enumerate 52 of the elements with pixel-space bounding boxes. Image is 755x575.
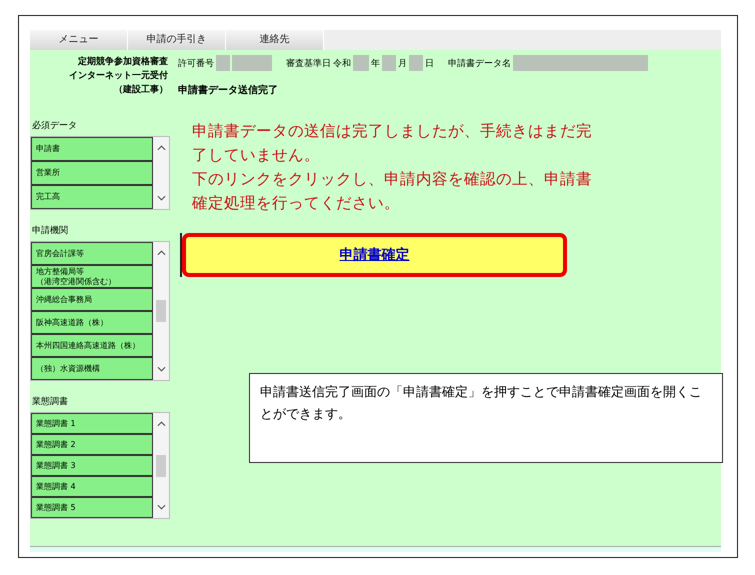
- scrollbar[interactable]: [153, 137, 169, 209]
- scrollbar[interactable]: [153, 242, 169, 380]
- callout-note: 申請書送信完了画面の「申請書確定」を押すことで申請書確定画面を開くことができます。: [249, 373, 723, 463]
- field-label: 年: [371, 58, 380, 70]
- redacted-field: [409, 55, 423, 71]
- scroll-thumb[interactable]: [156, 300, 166, 322]
- list-item[interactable]: 業態調書 2: [31, 434, 153, 455]
- list-item[interactable]: 完工高: [31, 185, 153, 209]
- chevron-up-icon[interactable]: [156, 250, 166, 256]
- list-item[interactable]: 業態調書 3: [31, 455, 153, 476]
- system-title: インターネット一元受付: [68, 69, 168, 83]
- field-label: 審査基準日: [286, 58, 331, 70]
- list-item[interactable]: 本州四国連絡高速道路（株）: [31, 334, 153, 357]
- field-label: 日: [425, 58, 434, 70]
- list-item[interactable]: 業態調書 1: [31, 413, 153, 434]
- field-label: 許可番号: [178, 58, 214, 70]
- field-label: 月: [398, 58, 407, 70]
- redacted-field: [232, 55, 272, 71]
- redacted-field: [216, 55, 230, 71]
- confirm-button[interactable]: 申請書確定: [182, 233, 567, 277]
- list-item[interactable]: （独）水資源機構: [31, 357, 153, 380]
- list-item[interactable]: 地方整備局等（港湾空港関係含む）: [31, 265, 153, 288]
- chevron-down-icon[interactable]: [156, 195, 166, 201]
- menu-tab[interactable]: 申請の手引き: [128, 30, 226, 50]
- scrollbar[interactable]: [153, 413, 169, 518]
- list-item[interactable]: 業態調書 5: [31, 497, 153, 518]
- scroll-thumb[interactable]: [156, 454, 166, 476]
- notice-text: 申請書データの送信は完了しましたが、手続きはまだ完了していません。: [192, 121, 592, 166]
- list-item[interactable]: 阪神高速道路（株）: [31, 311, 153, 334]
- field-label: 令和: [333, 58, 351, 70]
- list-item[interactable]: 沖縄総合事務局: [31, 288, 153, 311]
- notice-text: 下のリンクをクリックし、申請内容を確認の上、申請書確定処理を行ってください。: [192, 169, 592, 214]
- system-title: 定期競争参加資格審査: [77, 55, 168, 69]
- chevron-up-icon[interactable]: [156, 421, 166, 427]
- list-item[interactable]: 業態調書 4: [31, 476, 153, 497]
- list-item[interactable]: 官房会計課等: [31, 242, 153, 265]
- section-heading: 申請機関: [32, 224, 69, 237]
- list-item[interactable]: 申請書: [31, 137, 153, 161]
- page-title: 申請書データ送信完了: [178, 83, 279, 97]
- chevron-down-icon[interactable]: [156, 366, 166, 372]
- section-heading: 業態調書: [32, 396, 69, 408]
- section-heading: 必須データ: [32, 120, 78, 132]
- system-title: （建設工事）: [113, 83, 168, 97]
- confirm-link[interactable]: 申請書確定: [340, 246, 410, 264]
- field-label: 申請書データ名: [448, 58, 511, 70]
- chevron-up-icon[interactable]: [156, 145, 166, 151]
- menu-tab[interactable]: メニュー: [30, 30, 128, 50]
- redacted-field: [353, 55, 369, 71]
- chevron-down-icon[interactable]: [156, 504, 166, 510]
- list-item[interactable]: 営業所: [31, 161, 153, 185]
- redacted-field: [382, 55, 396, 71]
- menu-tab[interactable]: 連絡先: [226, 30, 324, 50]
